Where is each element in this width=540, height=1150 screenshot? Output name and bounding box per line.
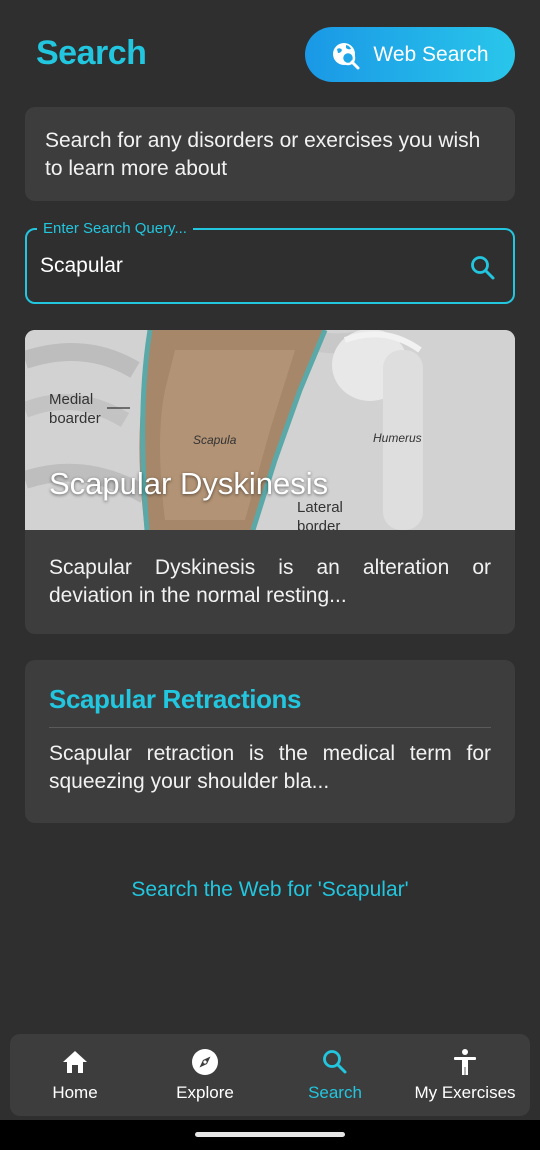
nav-label-search: Search bbox=[308, 1083, 362, 1102]
search-icon bbox=[320, 1047, 350, 1077]
info-text: Search for any disorders or exercises yo… bbox=[45, 129, 481, 180]
search-screen: Search Web Search Search for any disorde… bbox=[0, 0, 540, 1150]
info-card: Search for any disorders or exercises yo… bbox=[25, 107, 515, 201]
search-input[interactable] bbox=[40, 248, 460, 284]
nav-label-my-exercises: My Exercises bbox=[414, 1083, 516, 1102]
label-medial-border: Medial boarder bbox=[49, 391, 101, 427]
nav-item-my-exercises[interactable]: My Exercises bbox=[400, 1047, 530, 1103]
web-search-icon bbox=[331, 40, 361, 70]
search-web-link[interactable]: Search the Web for 'Scapular' bbox=[0, 878, 540, 902]
nav-item-explore[interactable]: Explore bbox=[140, 1047, 270, 1103]
result-title-scapular-dyskinesis: Scapular Dyskinesis bbox=[49, 466, 329, 501]
nav-label-explore: Explore bbox=[176, 1083, 234, 1102]
result-image-scapula: Medial boarder Scapula Humerus Lateral b… bbox=[25, 330, 515, 530]
label-scapula: Scapula bbox=[193, 433, 237, 447]
bottom-navigation: Home Explore Search My Exercises bbox=[10, 1034, 530, 1116]
nav-label-home: Home bbox=[52, 1083, 98, 1102]
gesture-bar[interactable] bbox=[195, 1132, 345, 1137]
home-icon bbox=[60, 1047, 90, 1077]
result-card-scapular-dyskinesis[interactable]: Medial boarder Scapula Humerus Lateral b… bbox=[25, 330, 515, 634]
result-title-scapular-retractions: Scapular Retractions bbox=[49, 684, 491, 728]
result-description: Scapular Dyskinesis is an alteration or … bbox=[49, 556, 491, 607]
result-description: Scapular retraction is the medical term … bbox=[49, 742, 491, 793]
search-field-label: Enter Search Query... bbox=[37, 220, 193, 237]
nav-item-search[interactable]: Search bbox=[270, 1047, 400, 1103]
page-title: Search bbox=[36, 34, 147, 72]
nav-item-home[interactable]: Home bbox=[10, 1047, 140, 1103]
label-humerus: Humerus bbox=[373, 431, 422, 445]
search-icon[interactable] bbox=[469, 254, 497, 282]
label-lateral-border: Lateral border bbox=[297, 499, 343, 530]
web-search-button[interactable]: Web Search bbox=[305, 27, 515, 82]
search-field[interactable]: Enter Search Query... bbox=[25, 220, 515, 304]
compass-icon bbox=[190, 1047, 220, 1077]
accessibility-icon bbox=[450, 1047, 480, 1077]
web-search-label: Web Search bbox=[373, 42, 489, 66]
result-card-scapular-retractions[interactable]: Scapular Retractions Scapular retraction… bbox=[25, 660, 515, 823]
